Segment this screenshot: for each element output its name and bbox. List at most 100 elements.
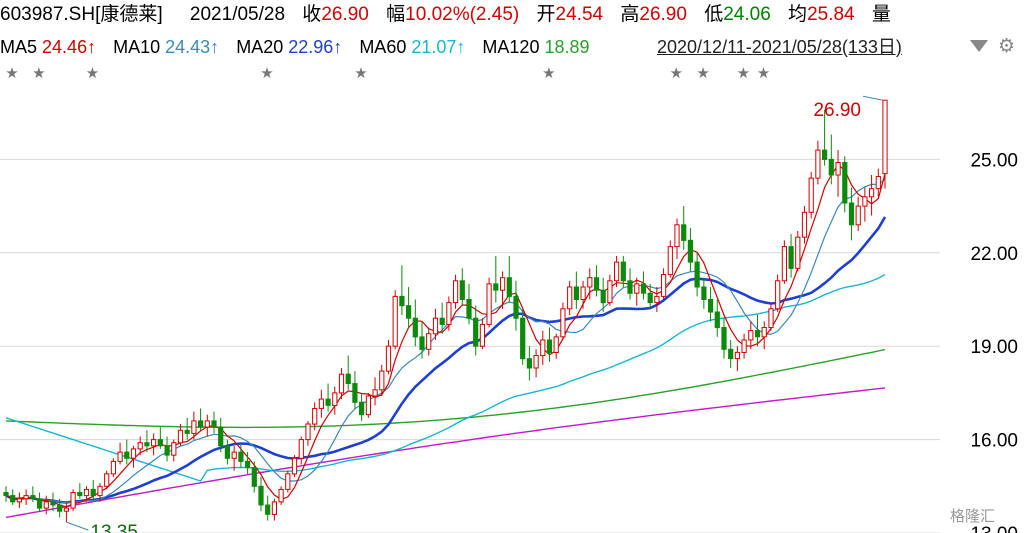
star-icon: ★	[757, 64, 770, 82]
candle-body	[312, 408, 318, 425]
candle-body	[446, 302, 452, 325]
candle-body	[567, 286, 573, 310]
candle-body	[332, 392, 338, 406]
y-tick-label: 22.00	[970, 244, 1018, 265]
candle-body	[835, 162, 841, 176]
star-icon: ★	[5, 64, 18, 82]
candle-body	[640, 283, 647, 294]
candle-body	[57, 504, 63, 512]
candle-body	[822, 149, 828, 160]
candle-body	[191, 420, 197, 434]
ma250-line	[5, 387, 886, 519]
candle-body	[560, 308, 566, 338]
candle-body	[211, 420, 217, 428]
candle-body	[775, 280, 781, 310]
candle-body	[842, 162, 848, 204]
ma20-line	[5, 216, 887, 504]
candle-body	[97, 485, 103, 497]
candle-body	[801, 211, 808, 238]
candle-body	[379, 370, 385, 391]
candle-body	[338, 373, 345, 394]
candle-body	[278, 488, 284, 503]
candle-body	[359, 401, 365, 416]
candle-body	[734, 351, 740, 360]
candle-body	[144, 442, 150, 447]
candle-body	[506, 277, 512, 297]
candle-body	[372, 389, 378, 397]
candle-body	[741, 339, 747, 353]
candle-body	[573, 286, 579, 300]
candle-body	[399, 295, 405, 307]
candle-body	[171, 442, 177, 456]
candle-body	[493, 283, 499, 291]
candle-body	[607, 280, 613, 304]
candle-body	[479, 323, 485, 347]
candle-body	[754, 330, 761, 338]
ma10-line	[5, 178, 886, 504]
candle-body	[761, 327, 767, 338]
candle-body	[43, 501, 49, 509]
candle-body	[365, 395, 371, 416]
candle-body	[808, 177, 814, 213]
candle-body	[795, 236, 801, 269]
candle-body	[439, 317, 445, 325]
y-tick-label: 19.00	[970, 337, 1018, 358]
candle-body	[647, 292, 653, 304]
candle-body	[124, 451, 130, 459]
candle-body	[204, 420, 210, 428]
candle-body	[667, 246, 673, 276]
candle-body	[634, 283, 640, 294]
candle-body	[748, 330, 754, 341]
candle-body	[271, 501, 277, 515]
candle-body	[90, 488, 96, 497]
star-icon: ★	[32, 64, 45, 82]
star-icon: ★	[737, 64, 750, 82]
candle-body	[546, 339, 553, 353]
candle-body	[473, 317, 479, 347]
candle-body	[258, 485, 264, 506]
candle-body	[862, 196, 868, 207]
watermark: 格隆汇	[950, 508, 996, 525]
candle-body	[815, 149, 821, 179]
candlestick-chart[interactable]: 25.0022.0019.0016.0013.00★★★★★★★★★★26.90…	[0, 0, 1027, 533]
candle-body	[553, 336, 559, 353]
candle-body	[16, 498, 22, 503]
candle-body	[70, 492, 76, 509]
ma60-line	[5, 273, 886, 482]
candle-body	[50, 501, 56, 506]
star-icon: ★	[542, 64, 555, 82]
candle-body	[298, 439, 304, 459]
y-tick-label: 25.00	[970, 150, 1018, 171]
candle-body	[788, 246, 794, 269]
candle-body	[882, 99, 888, 175]
candle-body	[117, 451, 123, 462]
candle-body	[318, 398, 324, 409]
star-icon: ★	[354, 64, 367, 82]
candle-body	[486, 283, 492, 325]
candle-body	[459, 280, 465, 300]
candle-body	[674, 224, 680, 248]
high-pointer	[862, 95, 884, 101]
candle-body	[224, 445, 231, 459]
candle-body	[714, 311, 720, 329]
candle-body	[620, 261, 626, 282]
star-icon: ★	[86, 64, 99, 82]
candle-body	[3, 492, 9, 497]
candle-body	[466, 299, 472, 319]
candle-body	[848, 202, 855, 226]
low-annotation: 13.35	[90, 522, 138, 533]
candle-body	[600, 289, 606, 304]
candle-body	[869, 188, 875, 198]
candle-body	[392, 295, 398, 347]
candle-body	[110, 460, 117, 475]
candle-body	[104, 473, 110, 487]
candle-body	[245, 460, 251, 469]
candle-body	[593, 277, 600, 291]
candle-body	[238, 451, 244, 462]
candle-body	[533, 355, 539, 369]
candle-body	[83, 488, 90, 497]
candle-body	[681, 224, 687, 241]
candle-body	[875, 176, 881, 190]
candle-body	[184, 429, 190, 434]
candle-body	[661, 274, 667, 297]
